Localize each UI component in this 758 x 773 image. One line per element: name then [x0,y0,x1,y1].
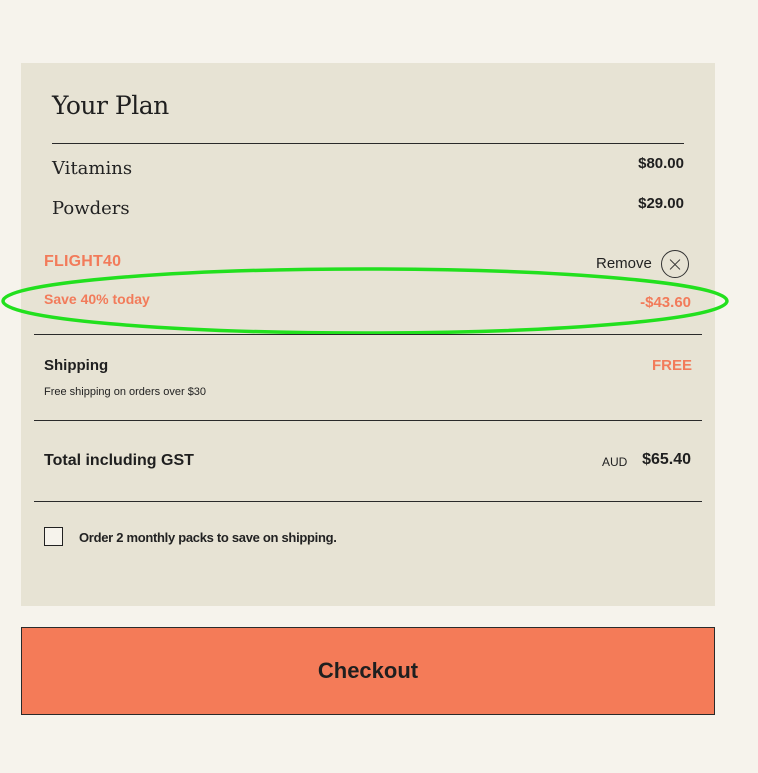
item-price-powders: $29.00 [638,195,684,212]
checkout-button-label: Checkout [317,658,419,683]
remove-promo-link[interactable]: Remove [596,255,652,272]
total-currency: AUD [602,455,628,469]
plan-title: Your Plan [52,91,169,120]
item-label-vitamins: Vitamins [52,158,133,179]
promo-discount-amount: -$43.60 [640,294,691,311]
monthly-packs-label[interactable]: Order 2 monthly packs to save on shippin… [79,530,337,545]
total-value: $65.40 [642,451,691,468]
item-price-vitamins: $80.00 [638,155,684,172]
title-divider [52,143,684,144]
promo-savings-text: Save 40% today [44,291,150,307]
checkout-button[interactable]: Checkout [21,627,715,715]
total-label: Total including GST [44,452,194,469]
monthly-packs-checkbox[interactable] [44,527,63,546]
promo-divider [34,334,702,335]
shipping-label: Shipping [44,357,109,374]
shipping-divider [34,420,702,421]
item-label-powders: Powders [52,198,130,219]
close-circle-icon[interactable] [661,250,689,278]
shipping-value: FREE [651,357,692,374]
promo-code: FLIGHT40 [44,253,122,270]
total-divider [34,501,702,502]
shipping-note: Free shipping on orders over $30 [44,386,207,398]
